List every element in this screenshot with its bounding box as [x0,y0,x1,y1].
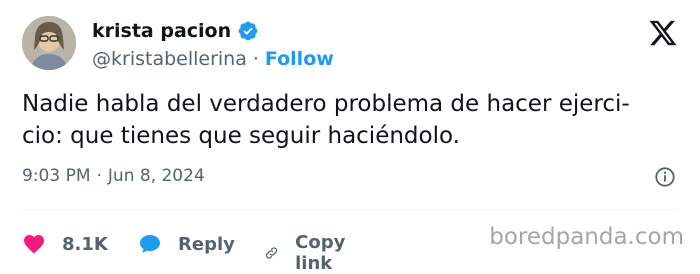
author-display-name[interactable]: krista pacion [92,20,231,42]
avatar[interactable] [22,16,76,70]
timestamp-separator: · [96,166,102,186]
watermark: boredpanda.com [489,224,684,250]
copy-link-button[interactable]: Copy link [264,232,354,274]
info-icon[interactable] [654,166,676,188]
x-logo-icon[interactable] [648,18,678,48]
link-icon [265,247,278,259]
divider [22,209,678,210]
like-button[interactable]: 8.1K [22,232,108,256]
handle-separator: · [252,48,259,70]
tweet-date[interactable]: Jun 8, 2024 [108,166,205,186]
like-count: 8.1K [62,233,108,255]
reply-button[interactable]: Reply [138,232,235,256]
author-handle[interactable]: @kristabellerina [92,48,247,70]
tweet-time[interactable]: 9:03 PM [22,166,91,186]
reply-label: Reply [178,233,235,255]
verified-icon [237,20,259,42]
reply-icon [140,235,160,253]
tweet-text: Nadie habla del verdadero problema de ha… [22,91,630,149]
follow-button[interactable]: Follow [265,48,334,70]
copy-link-label: Copy link [295,232,346,274]
heart-icon [24,235,44,254]
